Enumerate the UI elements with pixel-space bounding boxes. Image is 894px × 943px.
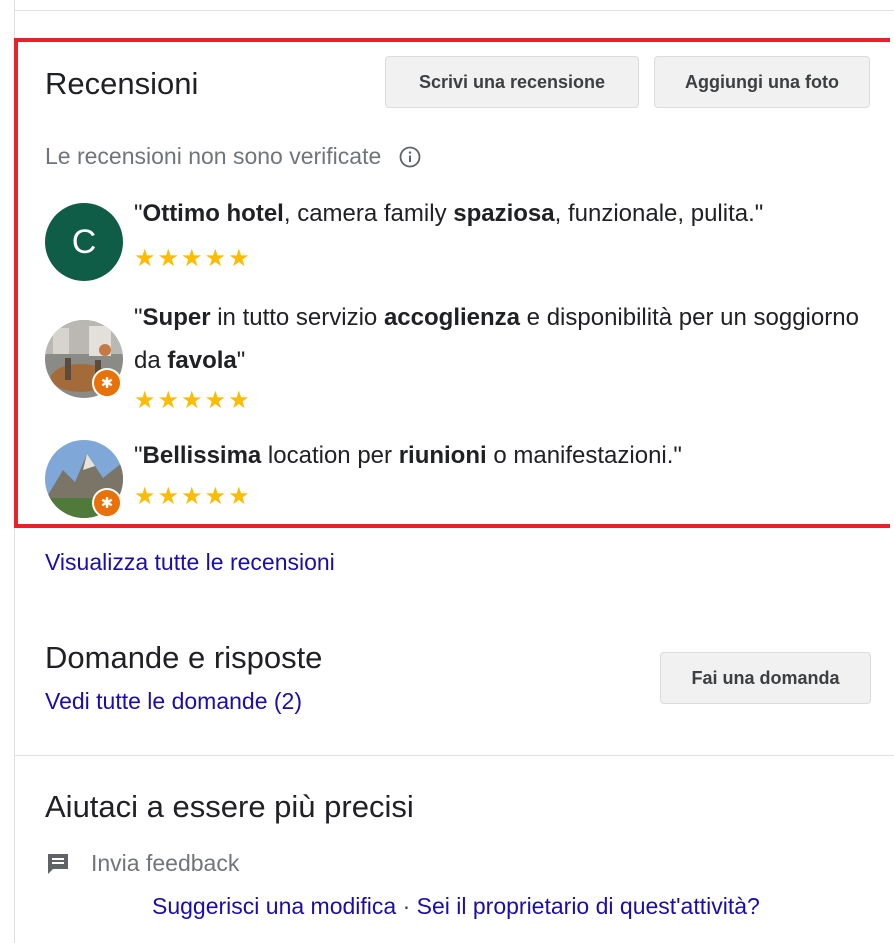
review-item: ✱ "Bellissima location per riunioni o ma… bbox=[45, 434, 875, 524]
view-all-questions-link[interactable]: Vedi tutte le domande (2) bbox=[45, 688, 302, 715]
avatar[interactable]: C bbox=[45, 203, 123, 281]
send-feedback-label: Invia feedback bbox=[91, 850, 240, 876]
reviews-title: Recensioni bbox=[45, 66, 199, 101]
info-icon[interactable] bbox=[399, 146, 421, 168]
review-text: "Super in tutto servizio accoglienza e d… bbox=[134, 304, 859, 374]
help-title: Aiutaci a essere più precisi bbox=[45, 789, 414, 824]
qa-title: Domande e risposte bbox=[45, 640, 323, 675]
unverified-note-text: Le recensioni non sono verificate bbox=[45, 143, 382, 169]
write-review-button[interactable]: Scrivi una recensione bbox=[385, 56, 639, 108]
star-rating: ★★★★★ bbox=[134, 483, 252, 510]
view-all-reviews-link[interactable]: Visualizza tutte le recensioni bbox=[45, 549, 335, 576]
ask-question-button[interactable]: Fai una domanda bbox=[660, 652, 871, 704]
suggest-edit-link[interactable]: Suggerisci una modifica bbox=[152, 893, 396, 919]
review-item: ✱ "Super in tutto servizio accoglienza e… bbox=[45, 298, 875, 418]
star-rating: ★★★★★ bbox=[134, 387, 252, 414]
add-photo-button[interactable]: Aggiungi una foto bbox=[654, 56, 870, 108]
review-text: "Ottimo hotel, camera family spaziosa, f… bbox=[134, 200, 764, 227]
owner-link[interactable]: Sei il proprietario di quest'attività? bbox=[417, 893, 760, 919]
top-divider bbox=[14, 10, 894, 11]
link-separator: · bbox=[396, 893, 417, 919]
local-guide-badge-icon: ✱ bbox=[92, 488, 122, 518]
star-rating: ★★★★★ bbox=[134, 245, 252, 272]
unverified-note: Le recensioni non sono verificate bbox=[45, 143, 421, 170]
feedback-icon bbox=[45, 851, 71, 877]
section-divider bbox=[14, 755, 894, 756]
send-feedback-link[interactable]: Invia feedback bbox=[45, 850, 239, 877]
avatar-letter: C bbox=[71, 222, 97, 261]
review-text: "Bellissima location per riunioni o mani… bbox=[134, 442, 682, 469]
review-item: C "Ottimo hotel, camera family spaziosa,… bbox=[45, 196, 875, 286]
local-guide-badge-icon: ✱ bbox=[92, 368, 122, 398]
bottom-links: Suggerisci una modifica · Sei il proprie… bbox=[152, 893, 760, 920]
